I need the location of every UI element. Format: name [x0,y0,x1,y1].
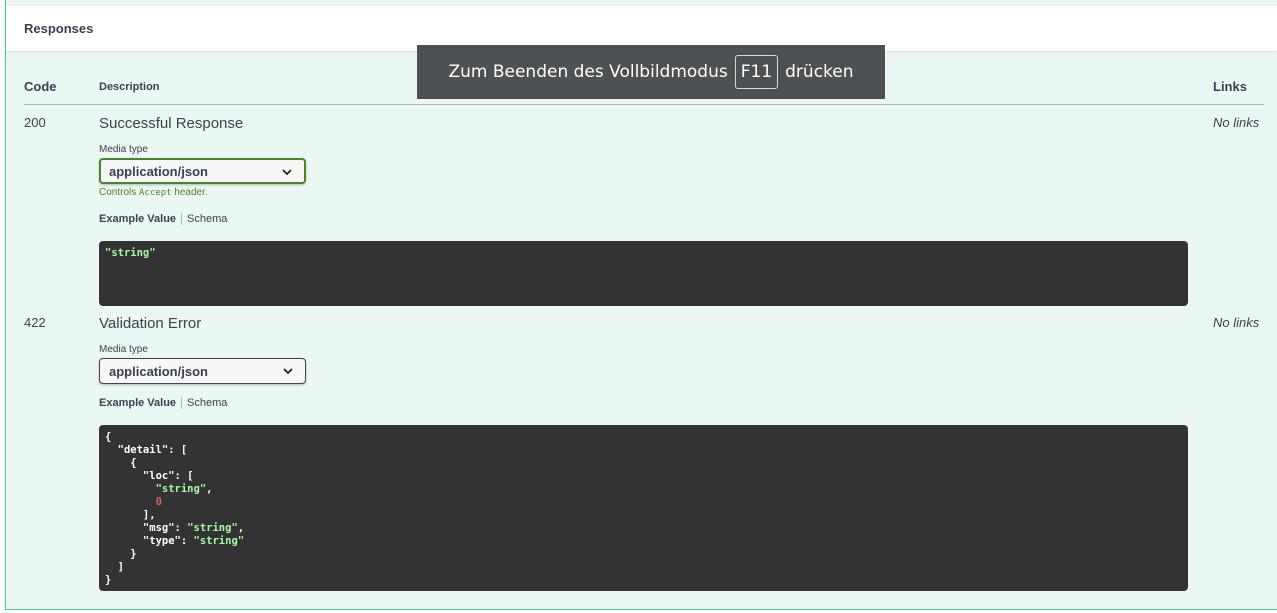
notice-text-after: drücken [785,62,854,82]
media-type-selected-value: application/json [109,164,208,179]
f11-key: F11 [734,55,779,89]
accept-header-hint: Controls Accept header. [99,187,208,198]
response-links-422: No links [1213,315,1260,330]
tab-example-value[interactable]: Example Value [99,397,176,409]
example-string: "string" [105,247,156,259]
responses-title: Responses [24,21,94,36]
tab-schema[interactable]: Schema [187,397,227,409]
chevron-down-icon [283,368,293,375]
tab-separator [181,397,183,410]
validation-error-json: { "detail": [ { "loc": [ "string", 0 ], … [105,431,245,586]
example-code-block[interactable]: { "detail": [ { "loc": [ "string", 0 ], … [99,425,1188,591]
table-header-divider [24,104,1264,105]
media-type-label: Media type [99,144,148,155]
response-links-200: No links [1213,115,1260,130]
column-header-description: Description [99,81,160,93]
example-code-block[interactable]: "string" [99,241,1188,306]
response-description-422: Validation Error [99,315,202,332]
notice-text-before: Zum Beenden des Vollbildmodus [448,62,728,82]
tab-separator [181,213,183,226]
tab-schema[interactable]: Schema [187,213,227,225]
response-description-200: Successful Response [99,115,244,132]
media-type-selected-value: application/json [109,364,208,379]
response-code-422: 422 [24,315,46,330]
hint-code: Accept [139,188,172,198]
hint-suffix: header. [171,187,208,198]
column-header-code: Code [24,79,57,94]
media-type-select[interactable]: application/json [99,358,306,384]
response-code-200: 200 [24,115,46,130]
hint-prefix: Controls [99,187,140,198]
column-header-links: Links [1213,79,1247,94]
chevron-down-icon [282,169,292,176]
media-type-label: Media type [99,344,148,355]
tab-example-value[interactable]: Example Value [99,213,176,225]
media-type-select[interactable]: application/json [99,158,306,184]
example-tabs: Example Value Schema [99,213,227,226]
example-tabs: Example Value Schema [99,397,227,410]
fullscreen-exit-notice: Zum Beenden des Vollbildmodus F11 drücke… [417,45,885,99]
